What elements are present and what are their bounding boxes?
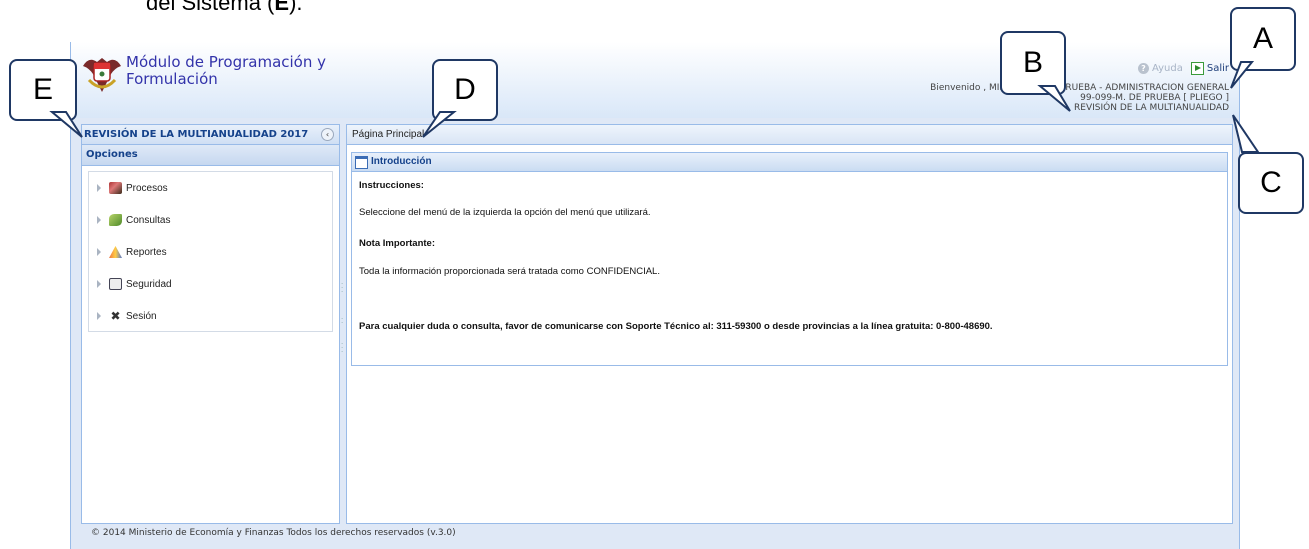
sidebar-title: REVISIÓN DE LA MULTIANUALIDAD 2017 ‹	[82, 125, 339, 145]
callout-d-tail	[422, 111, 457, 138]
welcome-text: Bienvenido , MINISTERIO DE PRUEBA - ADMI…	[930, 83, 1229, 93]
menu-item-reportes[interactable]: Reportes	[89, 236, 332, 268]
footer: © 2014 Ministerio de Economía y Finanzas…	[81, 525, 1239, 541]
expand-arrow-icon[interactable]	[97, 184, 101, 192]
callout-c-tail	[1232, 114, 1260, 153]
reportes-icon	[109, 246, 122, 258]
menu-item-seguridad[interactable]: Seguridad	[89, 268, 332, 300]
help-link[interactable]: ? Ayuda	[1137, 62, 1183, 75]
instructions-text: Seleccione del menú de la izquierda la o…	[359, 207, 651, 218]
note-heading: Nota Importante:	[359, 238, 435, 249]
splitter-collapse[interactable]: · ·	[341, 316, 344, 327]
support-text: Para cualquier duda o consulta, favor de…	[359, 321, 993, 332]
tools-icon: ✖	[110, 309, 121, 323]
menu-item-label: Procesos	[126, 182, 168, 194]
instructions-heading: Instrucciones:	[359, 180, 424, 191]
entity-text: 99-099-M. DE PRUEBA [ PLIEGO ]	[1080, 93, 1229, 103]
sidebar: REVISIÓN DE LA MULTIANUALIDAD 2017 ‹ Opc…	[81, 124, 340, 524]
note-text: Toda la información proporcionada será t…	[359, 266, 660, 277]
menu-item-label: Seguridad	[126, 278, 172, 290]
menu-item-procesos[interactable]: Procesos	[89, 172, 332, 204]
callout-e-tail	[49, 111, 83, 138]
collapse-icon[interactable]: ‹	[321, 128, 334, 141]
tab-pagina-principal[interactable]: Página Principal	[347, 125, 1232, 145]
expand-arrow-icon[interactable]	[97, 312, 101, 320]
header-links: ? Ayuda Salir	[1137, 62, 1229, 75]
coat-of-arms-logo	[79, 52, 125, 98]
splitter-handle[interactable]: · · ·	[341, 281, 344, 296]
help-icon: ?	[1137, 63, 1149, 74]
callout-c: C	[1238, 152, 1304, 214]
options-header: Opciones	[82, 145, 339, 166]
splitter-handle-lower[interactable]: · · ·	[341, 341, 344, 356]
window-icon	[355, 155, 368, 169]
callout-a-tail	[1230, 61, 1255, 89]
help-label: Ayuda	[1151, 63, 1183, 74]
module-text: REVISIÓN DE LA MULTIANUALIDAD	[1074, 103, 1229, 113]
menu-item-sesion[interactable]: ✖ Sesión	[89, 300, 332, 332]
expand-arrow-icon[interactable]	[97, 216, 101, 224]
menu-tree: Procesos Consultas Reportes Seguridad ✖ …	[88, 171, 333, 332]
document-caption: del Sistema (E).	[146, 0, 303, 15]
intro-panel: Introducción Instrucciones: Seleccione d…	[351, 152, 1228, 366]
menu-item-consultas[interactable]: Consultas	[89, 204, 332, 236]
intro-header: Introducción	[352, 153, 1227, 172]
exit-icon	[1190, 62, 1204, 75]
logout-link[interactable]: Salir	[1190, 62, 1229, 75]
expand-arrow-icon[interactable]	[97, 248, 101, 256]
expand-arrow-icon[interactable]	[97, 280, 101, 288]
menu-item-label: Consultas	[126, 214, 171, 226]
seguridad-icon	[109, 278, 122, 290]
user-info: Bienvenido , MINISTERIO DE PRUEBA - ADMI…	[930, 83, 1229, 113]
menu-item-label: Reportes	[126, 246, 167, 258]
menu-item-label: Sesión	[126, 310, 157, 322]
intro-title: Introducción	[371, 156, 432, 167]
intro-body: Instrucciones: Seleccione del menú de la…	[352, 172, 1227, 338]
application-window: Módulo de Programación y Formulación ? A…	[70, 42, 1240, 549]
app-title: Módulo de Programación y Formulación	[126, 53, 327, 88]
main-panel: Página Principal Introducción Instruccio…	[346, 124, 1233, 524]
callout-b-tail	[1037, 85, 1071, 112]
consultas-icon	[109, 214, 122, 226]
procesos-icon	[109, 182, 122, 194]
